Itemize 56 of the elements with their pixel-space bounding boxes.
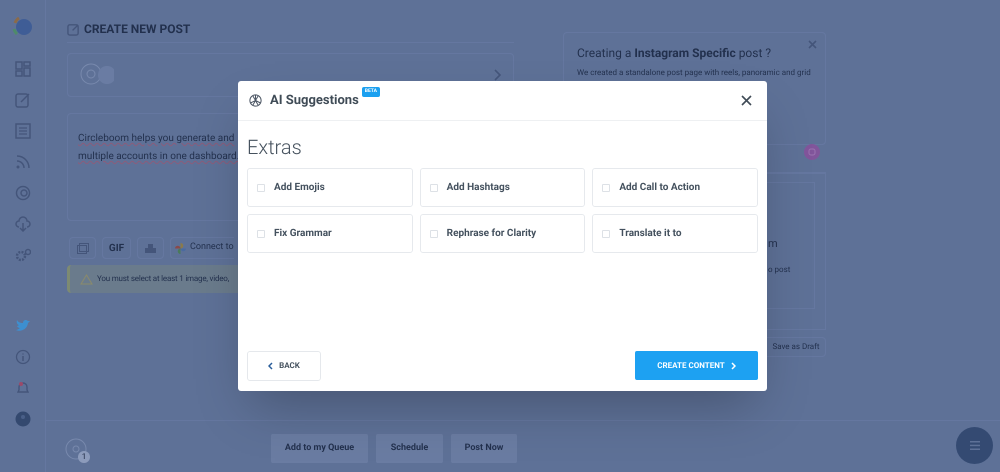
option-label: Add Emojis: [274, 181, 325, 195]
checkbox[interactable]: [257, 230, 265, 238]
info-icon[interactable]: [14, 349, 30, 365]
warning-text: You must select at least 1 image, video,: [97, 273, 230, 285]
close-button[interactable]: [741, 95, 752, 106]
newspaper-icon[interactable]: [14, 123, 30, 139]
promo-text: We created a standalone post page with reels, panoramic and grid: [577, 67, 811, 79]
close-icon[interactable]: [808, 40, 817, 49]
option-label: Rephrase for Clarity: [446, 227, 536, 241]
dashboard-icon[interactable]: [14, 61, 30, 77]
option-card[interactable]: Add Call to Action: [592, 168, 758, 207]
option-card[interactable]: Fix Grammar: [247, 214, 413, 253]
menu-button[interactable]: [956, 427, 993, 464]
editor-text: multiple accounts in one dashboard.: [78, 150, 240, 164]
openai-icon: [248, 93, 263, 108]
edit-icon: [67, 22, 80, 36]
back-button[interactable]: BACK: [247, 351, 321, 381]
preview-title: m: [768, 236, 778, 252]
checkbox[interactable]: [602, 184, 610, 192]
editor-text: Circleboom helps you generate and: [78, 132, 234, 146]
edit-icon[interactable]: [14, 92, 30, 108]
chevron-left-icon: [268, 362, 274, 370]
settings-icon[interactable]: [14, 247, 30, 263]
dialog-title: AI Suggestions: [270, 92, 359, 110]
instagram-icon[interactable]: [804, 144, 820, 160]
option-card[interactable]: Translate it to: [592, 214, 758, 253]
warning-icon: [80, 274, 93, 284]
section-heading: Extras: [247, 135, 303, 159]
chevron-right-icon: [730, 362, 736, 370]
option-card[interactable]: Add Hashtags: [420, 168, 586, 207]
checkbox[interactable]: [602, 230, 610, 238]
option-label: Add Hashtags: [446, 181, 510, 195]
option-label: Add Call to Action: [619, 181, 700, 195]
rss-icon[interactable]: [14, 154, 30, 170]
menu-icon: [970, 441, 980, 450]
promo-title: Creating a Instagram Specific post ?: [577, 45, 772, 62]
page-title: CREATE NEW POST: [84, 21, 190, 38]
option-card[interactable]: Rephrase for Clarity: [420, 214, 586, 253]
option-card[interactable]: Add Emojis: [247, 168, 413, 207]
upload-button[interactable]: [137, 237, 164, 259]
user-avatar-icon[interactable]: [14, 411, 30, 427]
checkbox[interactable]: [430, 230, 438, 238]
pinwheel-icon: [175, 242, 186, 254]
chevron-right-icon[interactable]: [493, 69, 501, 81]
count-badge: 1: [78, 451, 90, 463]
checkbox[interactable]: [430, 184, 438, 192]
option-label: Fix Grammar: [274, 227, 332, 241]
account-avatar-icon[interactable]: [80, 63, 114, 87]
cloud-download-icon[interactable]: [14, 216, 30, 232]
checkbox[interactable]: [257, 184, 265, 192]
upload-icon: [145, 244, 156, 252]
image-icon: [76, 242, 88, 254]
preview-text: o post: [768, 264, 790, 276]
image-button[interactable]: [69, 237, 96, 259]
close-icon: [741, 95, 752, 106]
option-label: Translate it to: [619, 227, 682, 241]
